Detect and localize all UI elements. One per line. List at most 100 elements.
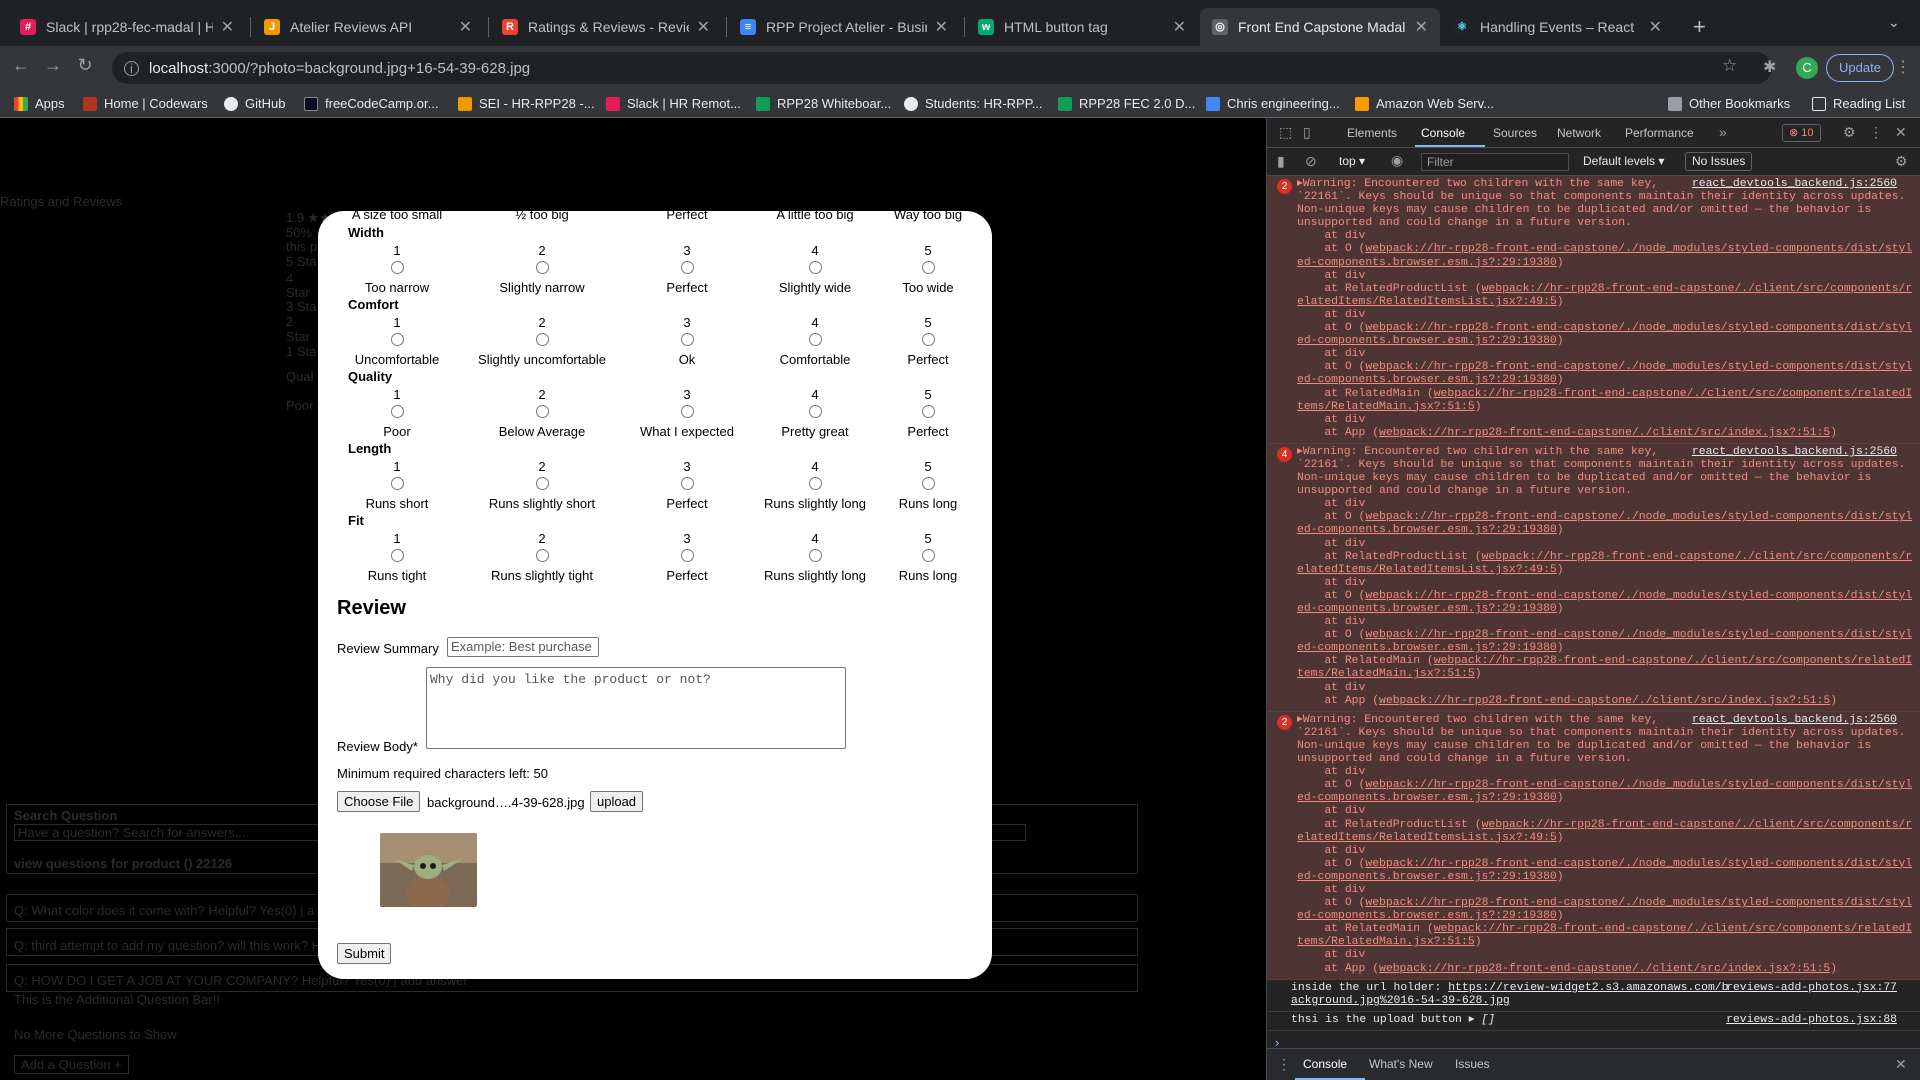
radio-button[interactable] <box>808 333 822 346</box>
radio-button[interactable] <box>680 261 694 274</box>
bookmark-fec[interactable]: RPP28 FEC 2.0 D... <box>1058 96 1195 111</box>
radio-button[interactable] <box>390 333 404 346</box>
log-source-link[interactable]: reviews-add-photos.jsx:88 <box>1726 1014 1897 1027</box>
context-selector[interactable]: top ▾ <box>1339 154 1365 168</box>
stack-trace-link[interactable]: elatedItems/RelatedItemsList.jsx?:49:5 <box>1297 564 1557 576</box>
stack-trace-link[interactable]: webpack://hr-rpp28-front-end-capstone/./… <box>1379 427 1830 439</box>
bookmark-reading-list[interactable]: Reading List <box>1812 96 1905 111</box>
fit-option[interactable]: 2 Runs slightly tight <box>472 531 612 583</box>
forward-icon[interactable]: → <box>40 55 66 76</box>
sidebar-icon[interactable]: ▮ <box>1277 153 1285 170</box>
radio-button[interactable] <box>921 477 935 490</box>
width-option[interactable]: 2 Slightly narrow <box>472 243 612 295</box>
stack-trace-link[interactable]: webpack://hr-rpp28-front-end-capstone/./… <box>1482 819 1913 831</box>
stack-trace-link[interactable]: webpack://hr-rpp28-front-end-capstone/./… <box>1365 779 1912 791</box>
bookmark-codewars[interactable]: Home | Codewars <box>83 96 208 111</box>
radio-button[interactable] <box>390 549 404 562</box>
review-body-textarea[interactable]: Why did you like the product or not? <box>426 667 846 749</box>
upload-button[interactable]: upload <box>590 791 644 812</box>
bookmark-sei[interactable]: SEI - HR-RPP28 -... <box>458 96 595 111</box>
quality-option[interactable]: 3 What I expected <box>617 387 757 439</box>
length-option[interactable]: 2 Runs slightly short <box>472 459 612 511</box>
warning-source-link[interactable]: react_devtools_backend.js:2560 <box>1692 178 1897 191</box>
radio-button[interactable] <box>921 405 935 418</box>
device-toolbar-icon[interactable]: ▯ <box>1303 124 1311 141</box>
close-icon[interactable]: ✕ <box>1895 124 1907 141</box>
stack-trace-link[interactable]: webpack://hr-rpp28-front-end-capstone/./… <box>1434 923 1913 935</box>
fit-option[interactable]: 3 Perfect <box>617 531 757 583</box>
bookmark-chris[interactable]: Chris engineering... <box>1206 96 1340 111</box>
add-question-button[interactable]: Add a Question + <box>14 1055 129 1074</box>
close-icon[interactable]: ✕ <box>697 17 710 37</box>
stack-trace-link[interactable]: ed-components.browser.esm.js?:29:19380 <box>1297 335 1557 347</box>
review-summary-input[interactable]: Example: Best purchase <box>447 637 599 657</box>
radio-button[interactable] <box>535 333 549 346</box>
radio-button[interactable] <box>808 261 822 274</box>
stack-trace-link[interactable]: webpack://hr-rpp28-front-end-capstone/./… <box>1379 963 1830 975</box>
issues-button[interactable]: No Issues <box>1685 152 1753 171</box>
tab-elements[interactable]: Elements <box>1347 126 1397 140</box>
console-warning[interactable]: 2 react_devtools_backend.js:2560 ▸Warning:… <box>1267 711 1920 980</box>
update-button[interactable]: Update <box>1826 54 1894 82</box>
stack-trace-link[interactable]: tems/RelatedMain.jsx?:51:5 <box>1297 668 1475 680</box>
browser-tab[interactable]: J Atelier Reviews API ✕ <box>252 8 484 46</box>
console-settings-icon[interactable]: ⚙ <box>1895 153 1908 170</box>
stack-trace-link[interactable]: webpack://hr-rpp28-front-end-capstone/./… <box>1365 511 1912 523</box>
close-icon[interactable]: ✕ <box>1649 17 1662 37</box>
choose-file-button[interactable]: Choose File <box>337 791 421 812</box>
extensions-icon[interactable]: ✱ <box>1763 57 1776 77</box>
stack-trace-link[interactable]: tems/RelatedMain.jsx?:51:5 <box>1297 936 1475 948</box>
radio-button[interactable] <box>535 477 549 490</box>
close-icon[interactable]: ✕ <box>459 17 472 37</box>
length-option[interactable]: 5 Runs long <box>858 459 992 511</box>
tab-performance[interactable]: Performance <box>1625 126 1694 140</box>
radio-button[interactable] <box>921 549 935 562</box>
browser-tab[interactable]: w HTML button tag ✕ <box>966 8 1198 46</box>
avatar[interactable]: C <box>1796 57 1818 79</box>
browser-tab[interactable]: ≡ RPP Project Atelier - Business ✕ <box>728 8 960 46</box>
quality-option[interactable]: 2 Below Average <box>472 387 612 439</box>
browser-tab[interactable]: ⚛ Handling Events – React ✕ <box>1442 8 1674 46</box>
inspect-icon[interactable]: ⬚ <box>1279 124 1292 141</box>
close-drawer-icon[interactable]: ✕ <box>1895 1056 1907 1073</box>
stack-trace-link[interactable]: ed-components.browser.esm.js?:29:19380 <box>1297 642 1557 654</box>
stack-trace-link[interactable]: webpack://hr-rpp28-front-end-capstone/./… <box>1365 858 1912 870</box>
close-icon[interactable]: ✕ <box>1173 17 1186 37</box>
log-url-link[interactable]: https://review-widget2.s3.amazonaws.com/… <box>1448 982 1728 994</box>
comfort-option[interactable]: 1 Uncomfortable <box>327 315 467 367</box>
close-icon[interactable]: ✕ <box>221 17 234 37</box>
stack-trace-link[interactable]: webpack://hr-rpp28-front-end-capstone/./… <box>1365 897 1912 909</box>
stack-trace-link[interactable]: ed-components.browser.esm.js?:29:19380 <box>1297 910 1557 922</box>
stack-trace-link[interactable]: webpack://hr-rpp28-front-end-capstone/./… <box>1365 361 1912 373</box>
browser-tab-active[interactable]: ◎ Front End Capstone Madal ✕ <box>1200 8 1440 46</box>
settings-icon[interactable]: ⚙ <box>1843 124 1856 141</box>
radio-button[interactable] <box>535 261 549 274</box>
stack-trace-link[interactable]: webpack://hr-rpp28-front-end-capstone/./… <box>1482 283 1913 295</box>
console-warning[interactable]: 2 react_devtools_backend.js:2560 ▸Warning:… <box>1267 176 1920 444</box>
log-url-link[interactable]: ackground.jpg%2016-54-39-628.jpg <box>1291 995 1510 1007</box>
stack-trace-link[interactable]: ed-components.browser.esm.js?:29:19380 <box>1297 603 1557 615</box>
length-option[interactable]: 1 Runs short <box>327 459 467 511</box>
tab-network[interactable]: Network <box>1557 126 1601 140</box>
stack-trace-link[interactable]: webpack://hr-rpp28-front-end-capstone/./… <box>1434 388 1913 400</box>
info-icon[interactable]: i <box>124 60 139 76</box>
console-filter-input[interactable]: Filter <box>1421 153 1569 171</box>
warning-source-link[interactable]: react_devtools_backend.js:2560 <box>1692 714 1897 727</box>
comfort-option[interactable]: 3 Ok <box>617 315 757 367</box>
stack-trace-link[interactable]: tems/RelatedMain.jsx?:51:5 <box>1297 401 1475 413</box>
stack-trace-link[interactable]: ed-components.browser.esm.js?:29:19380 <box>1297 871 1557 883</box>
eye-icon[interactable]: ◉ <box>1391 152 1403 169</box>
error-count-badge[interactable]: ⊗ 10 <box>1782 124 1821 142</box>
drawer-tab-issues[interactable]: Issues <box>1455 1057 1490 1071</box>
stack-trace-link[interactable]: webpack://hr-rpp28-front-end-capstone/./… <box>1365 322 1912 334</box>
radio-button[interactable] <box>390 477 404 490</box>
drawer-menu-icon[interactable]: ⋮ <box>1277 1056 1291 1073</box>
radio-button[interactable] <box>680 549 694 562</box>
radio-button[interactable] <box>808 549 822 562</box>
back-icon[interactable]: ← <box>8 55 34 76</box>
browser-tab[interactable]: R Ratings & Reviews - Reviews L ✕ <box>490 8 722 46</box>
drawer-tab-whats-new[interactable]: What's New <box>1369 1057 1433 1071</box>
submit-button[interactable]: Submit <box>337 943 392 964</box>
bookmark-aws[interactable]: Amazon Web Serv... <box>1355 96 1494 111</box>
new-tab-button[interactable]: + <box>1693 14 1706 40</box>
